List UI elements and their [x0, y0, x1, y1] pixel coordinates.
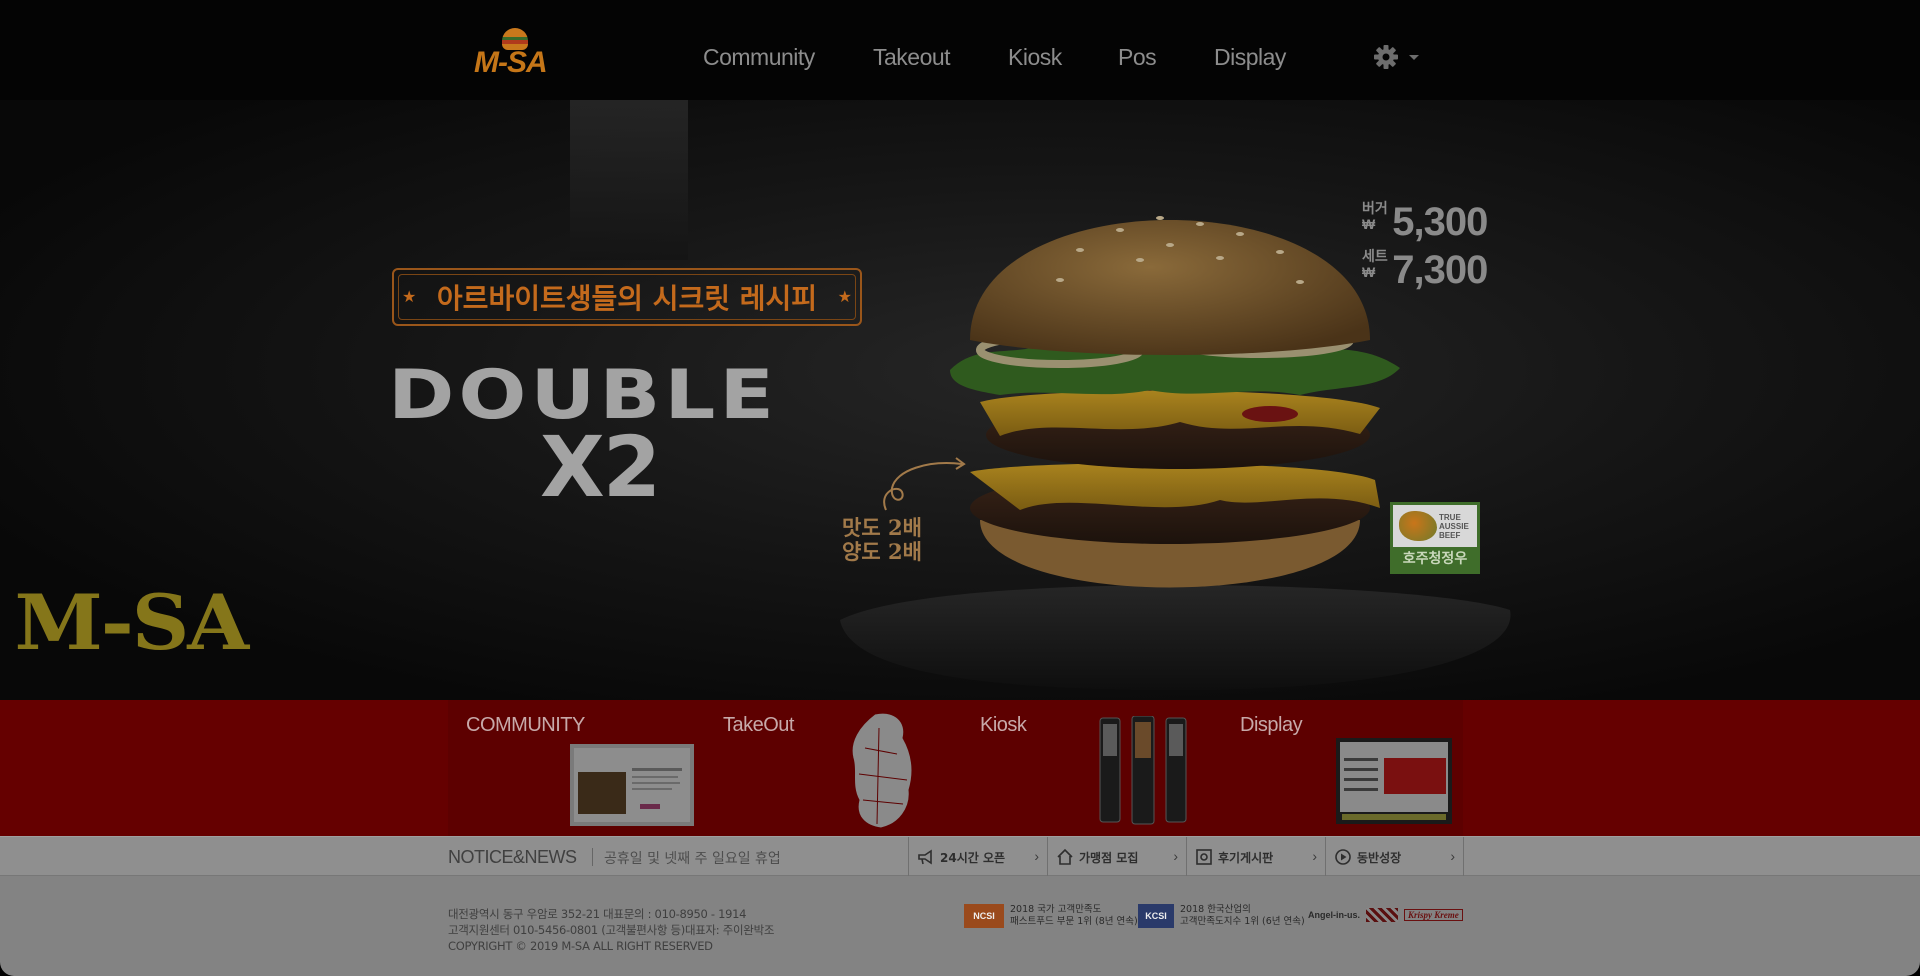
partner-stripe-logo[interactable]: [1366, 908, 1398, 922]
footer-support: 고객지원센터 010-5456-0801 (고객불편사항 등)대표자: 주이완박…: [448, 923, 775, 937]
megaphone-icon: [918, 849, 932, 865]
site-logo[interactable]: M-SA: [472, 26, 562, 80]
nav-link-community[interactable]: Community: [703, 44, 815, 71]
hero-ribbon: ★ 아르바이트생들의 시크릿 레시피 ★: [392, 268, 862, 326]
quick-link-label: 후기게시판: [1218, 850, 1274, 865]
beef-badge-bottom-text: 호주청정우: [1393, 547, 1477, 571]
play-circle-icon: [1335, 849, 1351, 865]
service-tiles: COMMUNITY TakeOut Kiosk Display: [0, 700, 1920, 836]
award-kcsi: KCSI 2018 한국산업의 고객만족도지수 1위 (6년 연속): [1138, 904, 1305, 928]
award-ncsi-line1: 2018 국가 고객만족도: [1010, 904, 1102, 915]
top-navigation: M-SA Community Takeout Kiosk Pos Display: [0, 0, 1920, 100]
nav-link-pos[interactable]: Pos: [1118, 44, 1157, 71]
tile-takeout[interactable]: TakeOut: [705, 700, 960, 836]
tile-takeout-title: TakeOut: [723, 714, 794, 736]
nav-link-display[interactable]: Display: [1214, 44, 1286, 71]
currency-symbol: ₩: [1362, 216, 1376, 232]
logo-text: M-SA: [474, 46, 548, 79]
nav-link-kiosk[interactable]: Kiosk: [1008, 44, 1062, 71]
star-icon: ★: [402, 287, 417, 306]
aussie-beef-badge: TRUE AUSSIE BEEF 호주청정우: [1390, 502, 1480, 574]
price-set-amount: 7,300: [1392, 248, 1488, 292]
quick-link-label: 동반성장: [1357, 850, 1402, 865]
footer-copyright: COPYRIGHT © 2019 M-SA ALL RIGHT RESERVED: [448, 939, 713, 953]
ribbon-text: 아르바이트생들의 시크릿 레시피: [436, 282, 818, 315]
price-burger-label: 버거: [1362, 200, 1388, 216]
award-ncsi: NCSI 2018 국가 고객만족도 패스트푸드 부문 1위 (8년 연속): [964, 904, 1138, 928]
notice-bar: NOTICE&NEWS 공휴일 및 넷째 주 일요일 휴업 24시간 오픈 › …: [0, 836, 1920, 877]
award-kcsi-line1: 2018 한국산업의: [1180, 904, 1251, 915]
chevron-right-icon: ›: [1312, 848, 1317, 864]
notice-divider: [592, 848, 593, 866]
quick-link-24h-open[interactable]: 24시간 오픈 ›: [908, 837, 1047, 877]
photo-icon: [1196, 849, 1212, 865]
quick-link-label: 가맹점 모집: [1079, 850, 1139, 865]
chevron-right-icon: ›: [1173, 848, 1178, 864]
gear-icon: [1374, 45, 1419, 69]
partner-krispykreme-logo[interactable]: Krispy Kreme: [1404, 909, 1463, 921]
chevron-right-icon: ›: [1450, 848, 1455, 864]
quick-link-label: 24시간 오픈: [940, 850, 1006, 865]
tile-community[interactable]: COMMUNITY: [448, 700, 703, 836]
price-burger-amount: 5,300: [1392, 200, 1488, 244]
beef-badge-top-text: TRUE AUSSIE BEEF: [1439, 513, 1469, 540]
notice-heading: NOTICE&NEWS: [448, 847, 577, 867]
tile-kiosk-title: Kiosk: [980, 714, 1027, 736]
tile-display-title: Display: [1240, 714, 1303, 736]
tile-display[interactable]: Display: [1222, 700, 1477, 836]
footer-company-info: 대전광역시 동구 우암로 352-21 대표문의 : 010-8950 - 19…: [448, 906, 774, 954]
korea-map-icon: [851, 712, 913, 829]
quick-link-growth[interactable]: 동반성장 ›: [1325, 837, 1464, 877]
price-burger: 버거 ₩ 5,300: [1362, 200, 1488, 245]
hero-banner[interactable]: ★ 아르바이트생들의 시크릿 레시피 ★ DOUBLE X2 맛도 2배 양도 …: [0, 100, 1920, 700]
award-ncsi-line2: 패스트푸드 부문 1위 (8년 연속): [1010, 916, 1138, 927]
chevron-right-icon: ›: [1034, 848, 1039, 864]
kiosk-devices-icon: [1099, 716, 1187, 825]
brand-watermark: M-SA: [14, 578, 249, 667]
award-kcsi-line2: 고객만족도지수 1위 (6년 연속): [1180, 916, 1305, 927]
house-icon: [1057, 848, 1073, 865]
community-thumbnail: [570, 744, 694, 826]
currency-symbol: ₩: [1362, 264, 1376, 280]
australia-map-icon: [1399, 511, 1437, 541]
tile-community-title: COMMUNITY: [466, 714, 585, 736]
footer-address: 대전광역시 동구 우암로 352-21 대표문의 : 010-8950 - 19…: [448, 907, 747, 921]
site-footer: 대전광역시 동구 우암로 352-21 대표문의 : 010-8950 - 19…: [0, 876, 1920, 976]
notice-message[interactable]: 공휴일 및 넷째 주 일요일 휴업: [604, 848, 781, 868]
tile-kiosk[interactable]: Kiosk: [962, 700, 1217, 836]
partner-angelinus-logo[interactable]: Angel-in-us.: [1308, 910, 1360, 920]
background-pillar: [570, 100, 688, 260]
partner-logos: Angel-in-us. Krispy Kreme: [1308, 908, 1463, 922]
quick-link-reviews[interactable]: 후기게시판 ›: [1186, 837, 1325, 877]
display-screen-icon: [1336, 738, 1452, 824]
ncsi-badge-icon: NCSI: [964, 904, 1004, 928]
quick-link-franchise[interactable]: 가맹점 모집 ›: [1047, 837, 1186, 877]
price-set-label: 세트: [1362, 248, 1388, 264]
settings-dropdown[interactable]: [1373, 42, 1427, 72]
kcsi-badge-icon: KCSI: [1138, 904, 1174, 928]
hero-subheadline: X2: [540, 418, 661, 516]
price-set: 세트 ₩ 7,300: [1362, 248, 1488, 293]
service-tiles-inner: COMMUNITY TakeOut Kiosk Display: [448, 700, 1463, 836]
nav-link-takeout[interactable]: Takeout: [873, 44, 951, 71]
caret-down-icon: [1409, 55, 1419, 60]
